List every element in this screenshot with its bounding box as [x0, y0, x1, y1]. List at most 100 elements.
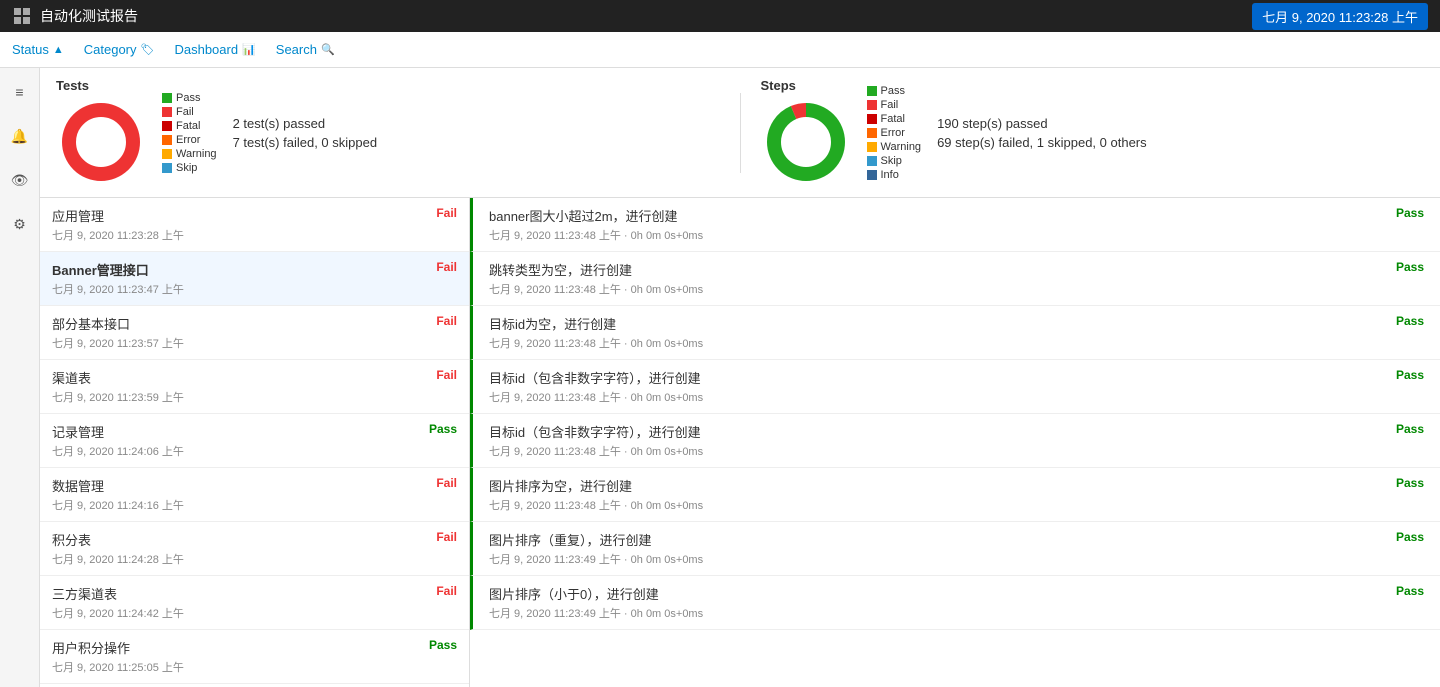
legend-pass-label: Pass	[176, 92, 200, 104]
sidebar-settings-icon[interactable]: ⚙	[6, 210, 34, 238]
test-item[interactable]: 三方渠道表 七月 9, 2020 11:24:42 上午 Fail	[40, 576, 469, 630]
test-item-left: 部分基本接口 七月 9, 2020 11:23:57 上午	[52, 314, 184, 351]
test-status: Pass	[429, 638, 457, 652]
tests-title: Tests	[56, 78, 96, 93]
tests-donut	[56, 97, 146, 187]
legend-fatal: Fatal	[162, 120, 217, 132]
test-item[interactable]: 积分表 七月 9, 2020 11:24:28 上午 Fail	[40, 522, 469, 576]
legend-warning-label: Warning	[176, 148, 217, 160]
nav-search[interactable]: Search 🔍	[276, 34, 335, 65]
test-status: Fail	[436, 530, 457, 544]
sidebar-menu-icon[interactable]: ≡	[6, 78, 34, 106]
steps-legend-warning: Warning	[867, 141, 922, 153]
step-left: 图片排序（小于0），进行创建 七月 9, 2020 11:23:49 上午 · …	[489, 584, 703, 621]
dashboard-label: Dashboard	[174, 42, 238, 57]
step-status: Pass	[1396, 422, 1424, 436]
step-status: Pass	[1396, 314, 1424, 328]
step-item[interactable]: 跳转类型为空，进行创建 七月 9, 2020 11:23:48 上午 · 0h …	[470, 252, 1440, 306]
steps-donut	[761, 97, 851, 187]
nav-dashboard[interactable]: Dashboard 📊	[174, 34, 255, 65]
test-item[interactable]: 渠道表 七月 9, 2020 11:23:59 上午 Fail	[40, 360, 469, 414]
legend-skip: Skip	[162, 162, 217, 174]
status-icon: ▲	[53, 44, 64, 56]
steps-legend-fail: Fail	[867, 99, 922, 111]
step-item[interactable]: 图片排序为空，进行创建 七月 9, 2020 11:23:48 上午 · 0h …	[470, 468, 1440, 522]
test-time: 七月 9, 2020 11:23:59 上午	[52, 389, 184, 405]
step-name: banner图大小超过2m，进行创建	[489, 206, 703, 225]
step-left: 目标id为空，进行创建 七月 9, 2020 11:23:48 上午 · 0h …	[489, 314, 703, 351]
panels: 应用管理 七月 9, 2020 11:23:28 上午 Fail Banner管…	[40, 198, 1440, 687]
step-left: banner图大小超过2m，进行创建 七月 9, 2020 11:23:48 上…	[489, 206, 703, 243]
step-name: 跳转类型为空，进行创建	[489, 260, 703, 279]
test-name: 渠道表	[52, 368, 184, 387]
test-item[interactable]: 用户积分操作 七月 9, 2020 11:25:05 上午 Pass	[40, 630, 469, 684]
step-left: 目标id（包含非数字字符），进行创建 七月 9, 2020 11:23:48 上…	[489, 422, 703, 459]
steps-legend-skip: Skip	[867, 155, 922, 167]
steps-stats: 190 step(s) passed 69 step(s) failed, 1 …	[937, 116, 1147, 150]
test-status: Fail	[436, 260, 457, 274]
steps-legend-fatal-color	[867, 114, 877, 124]
test-name: Banner管理接口	[52, 260, 184, 279]
test-status: Fail	[436, 584, 457, 598]
test-item-left: 应用管理 七月 9, 2020 11:23:28 上午	[52, 206, 184, 243]
step-left: 目标id（包含非数字字符），进行创建 七月 9, 2020 11:23:48 上…	[489, 368, 703, 405]
step-item[interactable]: 目标id为空，进行创建 七月 9, 2020 11:23:48 上午 · 0h …	[470, 306, 1440, 360]
step-item[interactable]: banner图大小超过2m，进行创建 七月 9, 2020 11:23:48 上…	[470, 198, 1440, 252]
steps-failed: 69 step(s) failed, 1 skipped, 0 others	[937, 135, 1147, 150]
navbar: Status ▲ Category 🏷 Dashboard 📊 Search 🔍	[0, 32, 1440, 68]
steps-summary: Steps Pass	[761, 78, 1425, 187]
app-logo	[12, 6, 32, 26]
test-status: Fail	[436, 314, 457, 328]
test-time: 七月 9, 2020 11:24:42 上午	[52, 605, 184, 621]
step-meta: 七月 9, 2020 11:23:48 上午 · 0h 0m 0s+0ms	[489, 497, 703, 513]
steps-legend-error-label: Error	[881, 127, 905, 139]
sidebar-eye-icon[interactable]: 👁	[6, 166, 34, 194]
test-item-left: 数据管理 七月 9, 2020 11:24:16 上午	[52, 476, 184, 513]
steps-legend-fatal-label: Fatal	[881, 113, 905, 125]
steps-title: Steps	[761, 78, 801, 93]
step-name: 图片排序（小于0），进行创建	[489, 584, 703, 603]
legend-fail-color	[162, 107, 172, 117]
test-name: 三方渠道表	[52, 584, 184, 603]
step-item[interactable]: 图片排序（小于0），进行创建 七月 9, 2020 11:23:49 上午 · …	[470, 576, 1440, 630]
summary-divider	[740, 93, 741, 173]
test-status: Fail	[436, 476, 457, 490]
step-meta: 七月 9, 2020 11:23:48 上午 · 0h 0m 0s+0ms	[489, 281, 703, 297]
test-item[interactable]: 记录管理 七月 9, 2020 11:24:06 上午 Pass	[40, 414, 469, 468]
test-name: 应用管理	[52, 206, 184, 225]
test-item[interactable]: 部分基本接口 七月 9, 2020 11:23:57 上午 Fail	[40, 306, 469, 360]
test-item[interactable]: 应用管理 七月 9, 2020 11:23:28 上午 Fail	[40, 198, 469, 252]
step-item[interactable]: 目标id（包含非数字字符），进行创建 七月 9, 2020 11:23:48 上…	[470, 414, 1440, 468]
sidebar-bell-icon[interactable]: 🔔	[6, 122, 34, 150]
nav-category[interactable]: Category 🏷	[84, 34, 155, 65]
test-name: 积分表	[52, 530, 184, 549]
step-meta: 七月 9, 2020 11:23:48 上午 · 0h 0m 0s+0ms	[489, 227, 703, 243]
step-name: 图片排序为空，进行创建	[489, 476, 703, 495]
test-time: 七月 9, 2020 11:23:57 上午	[52, 335, 184, 351]
steps-legend-info-label: Info	[881, 169, 899, 181]
test-time: 七月 9, 2020 11:23:47 上午	[52, 281, 184, 297]
legend-fatal-color	[162, 121, 172, 131]
content-area: Tests Pass	[40, 68, 1440, 687]
sidebar: ≡ 🔔 👁 ⚙	[0, 68, 40, 687]
step-item[interactable]: 图片排序（重复），进行创建 七月 9, 2020 11:23:49 上午 · 0…	[470, 522, 1440, 576]
legend-error-color	[162, 135, 172, 145]
tests-legend: Pass Fail Fatal Error	[162, 92, 217, 174]
test-item[interactable]: 数据管理 七月 9, 2020 11:24:16 上午 Fail	[40, 468, 469, 522]
summary-row: Tests Pass	[40, 68, 1440, 198]
steps-legend-pass-color	[867, 86, 877, 96]
topbar: 自动化测试报告 七月 9, 2020 11:23:28 上午	[0, 0, 1440, 32]
test-item[interactable]: Banner管理接口 七月 9, 2020 11:23:47 上午 Fail	[40, 252, 469, 306]
steps-legend-fail-label: Fail	[881, 99, 899, 111]
steps-legend-info: Info	[867, 169, 922, 181]
category-label: Category	[84, 42, 137, 57]
steps-legend-pass: Pass	[867, 85, 922, 97]
steps-legend-warning-color	[867, 142, 877, 152]
topbar-left: 自动化测试报告	[12, 6, 138, 26]
step-meta: 七月 9, 2020 11:23:49 上午 · 0h 0m 0s+0ms	[489, 551, 703, 567]
nav-status[interactable]: Status ▲	[12, 34, 64, 65]
search-icon: 🔍	[321, 43, 335, 56]
step-meta: 七月 9, 2020 11:23:49 上午 · 0h 0m 0s+0ms	[489, 605, 703, 621]
step-item[interactable]: 目标id（包含非数字字符），进行创建 七月 9, 2020 11:23:48 上…	[470, 360, 1440, 414]
step-status: Pass	[1396, 206, 1424, 220]
